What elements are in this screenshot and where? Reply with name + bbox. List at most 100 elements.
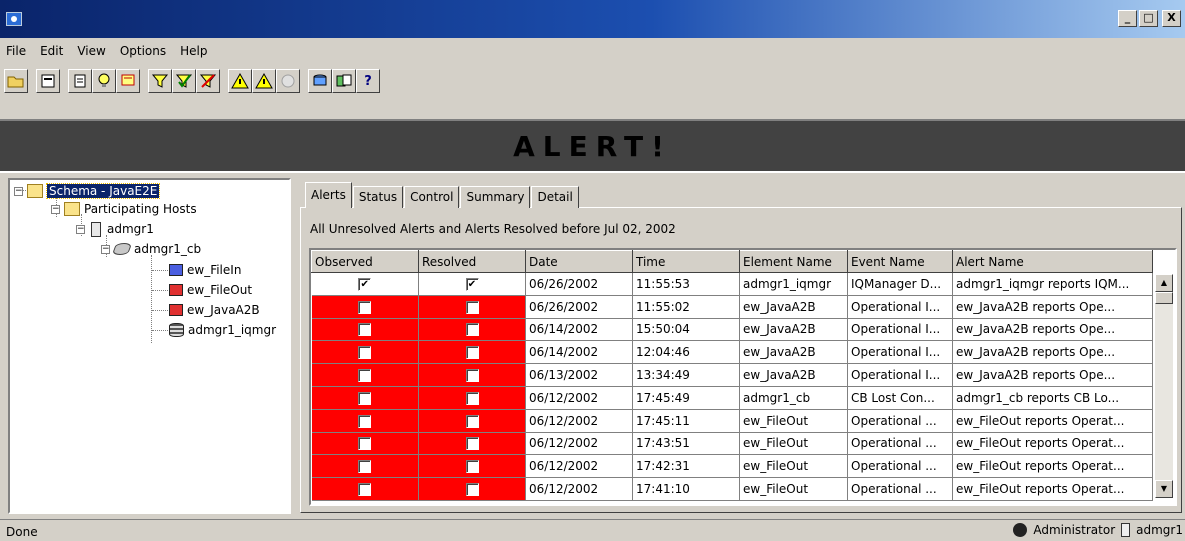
col-header-resolved[interactable]: Resolved (418, 250, 526, 273)
resolved-checkbox[interactable] (465, 323, 479, 337)
window-controls: _ □ X (1118, 10, 1181, 27)
scroll-down-icon[interactable]: ▼ (1155, 480, 1173, 498)
menu-options[interactable]: Options (114, 40, 174, 62)
col-header-event-name[interactable]: Event Name (847, 250, 953, 273)
observed-cell (311, 386, 419, 410)
col-header-time[interactable]: Time (632, 250, 740, 273)
export-icon[interactable] (332, 69, 356, 93)
lightbulb-icon[interactable] (92, 69, 116, 93)
tab-detail[interactable]: Detail (531, 186, 579, 208)
tree-node-ew-fileout[interactable]: ew_FileOut (169, 281, 252, 299)
time-cell: 17:42:31 (632, 454, 740, 479)
collapse-icon[interactable]: − (14, 186, 23, 196)
table-row[interactable]: 06/12/2002 17:45:49 admgr1_cb CB Lost Con..… (311, 386, 1153, 410)
menu-bar: File Edit View Options Help (0, 40, 216, 62)
table-row[interactable]: 06/12/2002 17:45:11 ew_FileOut Operational … (311, 409, 1153, 433)
table-row[interactable]: 06/14/2002 15:50:04 ew_JavaA2B Operational … (311, 318, 1153, 342)
resolved-checkbox[interactable] (465, 346, 479, 360)
observed-checkbox[interactable] (358, 414, 372, 428)
table-vertical-scrollbar[interactable]: ▲ ▼ (1155, 274, 1173, 498)
open-folder-icon[interactable] (4, 69, 28, 93)
help-icon[interactable]: ? (356, 69, 380, 93)
table-row[interactable]: 06/26/2002 11:55:02 ew_JavaA2B Operational … (311, 295, 1153, 319)
resolved-cell (418, 295, 526, 319)
observed-checkbox[interactable] (358, 369, 372, 383)
collapse-icon[interactable]: − (51, 204, 60, 214)
observed-cell (311, 409, 419, 433)
resolved-checkbox[interactable] (465, 369, 479, 383)
menu-edit[interactable]: Edit (34, 40, 71, 62)
schema-tree[interactable]: − Schema - JavaE2E − Participating Hosts… (8, 178, 291, 514)
table-row[interactable]: 06/12/2002 17:42:31 ew_FileOut Operational … (311, 454, 1153, 479)
alert-name-cell: ew_FileOut reports Operat... (952, 454, 1153, 479)
resolved-checkbox[interactable] (465, 414, 479, 428)
col-header-date[interactable]: Date (525, 250, 633, 273)
collapse-icon[interactable]: − (101, 244, 110, 254)
observed-checkbox[interactable] (358, 483, 372, 497)
table-row[interactable]: 06/14/2002 12:04:46 ew_JavaA2B Operational … (311, 340, 1153, 365)
table-row[interactable]: ✔ ✔ 06/26/2002 11:55:53 admgr1_iqmgr IQManage… (311, 272, 1153, 296)
alert-disabled-icon[interactable] (276, 69, 300, 93)
maximize-button[interactable]: □ (1139, 10, 1158, 27)
tab-alerts[interactable]: Alerts (305, 182, 352, 208)
table-row[interactable]: 06/13/2002 13:34:49 ew_JavaA2B Operational … (311, 363, 1153, 387)
app-icon[interactable] (6, 12, 22, 26)
tab-control[interactable]: Control (404, 186, 460, 208)
table-row[interactable]: 06/12/2002 17:43:51 ew_FileOut Operational … (311, 432, 1153, 456)
observed-checkbox[interactable] (358, 437, 372, 451)
close-button[interactable]: X (1162, 10, 1181, 27)
menu-help[interactable]: Help (174, 40, 215, 62)
observed-cell (311, 295, 419, 319)
tree-node-schema[interactable]: − Schema - JavaE2E (14, 182, 161, 200)
notepad-icon[interactable] (116, 69, 140, 93)
tree-node-participating-hosts[interactable]: − Participating Hosts (51, 200, 197, 218)
col-header-element-name[interactable]: Element Name (739, 250, 848, 273)
database-icon[interactable] (308, 69, 332, 93)
observed-checkbox[interactable] (358, 346, 372, 360)
col-header-observed[interactable]: Observed (311, 250, 419, 273)
time-cell: 12:04:46 (632, 340, 740, 365)
warning-yellow-icon[interactable] (228, 69, 252, 93)
tree-label-iqmgr: admgr1_iqmgr (188, 323, 277, 337)
tab-bar: Alerts Status Control Summary Detail (305, 182, 580, 208)
database-stack-icon (169, 323, 184, 337)
observed-checkbox[interactable] (358, 460, 372, 474)
scroll-thumb[interactable] (1155, 292, 1173, 304)
resolved-checkbox[interactable] (465, 391, 479, 405)
filter-clear-icon[interactable] (196, 69, 220, 93)
resolved-checkbox[interactable] (465, 460, 479, 474)
tree-node-broker[interactable]: − admgr1_cb (101, 240, 201, 258)
resolved-checkbox[interactable] (465, 483, 479, 497)
element-name-cell: ew_FileOut (739, 477, 848, 501)
resolved-checkbox[interactable] (465, 437, 479, 451)
tree-node-ew-javaa2b[interactable]: ew_JavaA2B (169, 301, 260, 319)
resolved-checkbox[interactable] (465, 300, 479, 314)
warning-icon[interactable] (252, 69, 276, 93)
filter-check-icon[interactable] (172, 69, 196, 93)
resolved-checkbox[interactable]: ✔ (465, 277, 479, 291)
menu-view[interactable]: View (71, 40, 113, 62)
tab-status[interactable]: Status (352, 186, 404, 208)
tree-node-ew-filein[interactable]: ew_FileIn (169, 261, 241, 279)
event-name-cell: Operational I... (847, 340, 953, 365)
observed-checkbox[interactable] (358, 391, 372, 405)
tab-summary[interactable]: Summary (460, 186, 531, 208)
list-icon[interactable] (68, 69, 92, 93)
observed-checkbox[interactable]: ✔ (358, 277, 372, 291)
filter-icon[interactable] (148, 69, 172, 93)
tree-label-hosts: Participating Hosts (84, 202, 197, 216)
alerts-table[interactable]: Observed Resolved Date Time Element Name… (309, 248, 1177, 506)
menu-file[interactable]: File (0, 40, 34, 62)
time-cell: 15:50:04 (632, 318, 740, 342)
properties-icon[interactable] (36, 69, 60, 93)
observed-checkbox[interactable] (358, 323, 372, 337)
table-row[interactable]: 06/12/2002 17:41:10 ew_FileOut Operational … (311, 477, 1153, 501)
tree-node-host[interactable]: − admgr1 (76, 220, 154, 238)
tree-node-iqmgr[interactable]: admgr1_iqmgr (169, 321, 276, 339)
scroll-up-icon[interactable]: ▲ (1155, 274, 1173, 292)
collapse-icon[interactable]: − (76, 224, 85, 234)
server-icon (91, 221, 101, 237)
minimize-button[interactable]: _ (1118, 10, 1137, 27)
col-header-alert-name[interactable]: Alert Name (952, 250, 1153, 273)
observed-checkbox[interactable] (358, 300, 372, 314)
